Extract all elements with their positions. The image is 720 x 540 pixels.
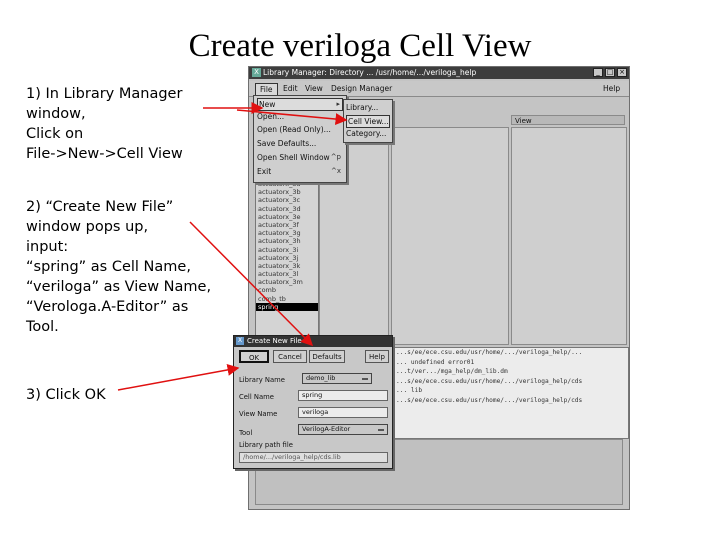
- log-output: ...s/ee/ece.csu.edu/usr/home/.../verilog…: [391, 347, 629, 439]
- log-line: ... undefined error01: [396, 358, 475, 366]
- list-item[interactable]: actuatorx_3b: [256, 188, 318, 196]
- close-icon[interactable]: ×: [617, 68, 627, 77]
- list-item[interactable]: comb_tb: [256, 295, 318, 303]
- slide-title: Create veriloga Cell View: [188, 28, 532, 64]
- step-2-line: “veriloga” as View Name,: [26, 279, 212, 295]
- cell-detail-pane[interactable]: [391, 127, 509, 345]
- list-item[interactable]: actuatorx_3c: [256, 196, 318, 204]
- step-1-instructions: 1) In Library Manager window, Click on F…: [26, 84, 183, 164]
- log-line: ... lib: [396, 387, 423, 394]
- list-item[interactable]: actuatorx_3f: [256, 221, 318, 229]
- maximize-icon[interactable]: □: [605, 68, 615, 77]
- list-item[interactable]: actuatorx_3m: [256, 278, 318, 286]
- menu-item-label: New: [259, 100, 276, 109]
- help-button[interactable]: Help: [365, 350, 389, 363]
- menu-shortcut: ^x: [330, 167, 341, 175]
- tool-select[interactable]: VerilogA-Editor: [298, 424, 388, 435]
- dialog-title: Create New File: [247, 337, 302, 345]
- menu-item-open-read-only[interactable]: Open (Read Only)...: [257, 124, 343, 135]
- step-2-line: “spring” as Cell Name,: [26, 259, 191, 275]
- menu-item-new[interactable]: New ▸: [257, 98, 343, 111]
- log-line: ...s/ee/ece.csu.edu/usr/home/.../verilog…: [396, 349, 583, 356]
- menu-item-library[interactable]: Library...: [346, 102, 390, 113]
- step-2-line: 2) “Create New File”: [26, 199, 174, 215]
- menu-item-save-defaults[interactable]: Save Defaults...: [257, 138, 343, 149]
- menu-view[interactable]: View: [301, 83, 327, 94]
- menu-design-manager[interactable]: Design Manager: [327, 83, 396, 94]
- view-column-header: View: [511, 115, 625, 125]
- ok-button[interactable]: OK: [239, 350, 269, 363]
- menu-shortcut: ^p: [330, 153, 341, 161]
- tool-value: VerilogA-Editor: [302, 425, 351, 433]
- dropdown-icon: [362, 378, 368, 380]
- list-item[interactable]: actuatorx_3h: [256, 237, 318, 245]
- window-title: Library Manager: Directory ... /usr/home…: [263, 68, 477, 77]
- menu-edit[interactable]: Edit: [279, 83, 302, 94]
- step-2-instructions: 2) “Create New File” window pops up, inp…: [26, 197, 211, 337]
- log-line: ...s/ee/ece.csu.edu/usr/home/.../verilog…: [396, 396, 583, 404]
- step-1-line: window,: [26, 106, 86, 122]
- view-name-label: View Name: [239, 410, 278, 418]
- view-pane[interactable]: [511, 127, 627, 345]
- library-manager-titlebar[interactable]: X Library Manager: Directory ... /usr/ho…: [249, 67, 629, 79]
- list-item[interactable]: actuatorx_3l: [256, 270, 318, 278]
- log-line: ...s/ee/ece.csu.edu/usr/home/.../verilog…: [396, 377, 583, 385]
- step-3-instructions: 3) Click OK: [26, 385, 106, 405]
- arrow-to-ok-button: [117, 363, 240, 391]
- cell-list[interactable]: actuatorx_3a actuatorx_3b actuatorx_3c a…: [255, 179, 319, 351]
- cancel-button[interactable]: Cancel: [273, 350, 307, 363]
- list-item[interactable]: actuatorx_3e: [256, 213, 318, 221]
- step-2-line: Tool.: [26, 319, 59, 335]
- list-item[interactable]: actuatorx_3d: [256, 205, 318, 213]
- step-3-line: 3) Click OK: [26, 387, 106, 403]
- cell-name-input[interactable]: spring: [298, 390, 388, 401]
- defaults-button[interactable]: Defaults: [309, 350, 345, 363]
- menu-item-cell-view[interactable]: Cell View...: [346, 115, 390, 128]
- menu-item-open[interactable]: Open...: [257, 111, 343, 122]
- minimize-icon[interactable]: _: [593, 68, 603, 77]
- x-logo-icon: X: [236, 337, 244, 345]
- step-2-line: input:: [26, 239, 69, 255]
- step-2-line: window pops up,: [26, 219, 149, 235]
- library-path-label: Library path file: [239, 441, 293, 449]
- menu-item-open-shell-window[interactable]: Open Shell Window ^p: [257, 152, 343, 163]
- library-name-select[interactable]: demo_lib: [302, 373, 372, 384]
- dropdown-icon: [378, 429, 384, 431]
- menu-help[interactable]: Help: [599, 83, 624, 94]
- view-name-input[interactable]: veriloga: [298, 407, 388, 418]
- cell-name-label: Cell Name: [239, 393, 274, 401]
- file-dropdown-menu: New ▸ Open... Open (Read Only)... Save D…: [253, 95, 347, 183]
- menu-item-label: Open Shell Window: [257, 153, 330, 162]
- library-name-label: Library Name: [239, 376, 285, 384]
- list-item[interactable]: actuatorx_3i: [256, 246, 318, 254]
- submenu-arrow-icon: ▸: [336, 100, 340, 108]
- step-2-line: “Verologa.A-Editor” as: [26, 299, 189, 315]
- new-submenu: Library... Cell View... Category...: [343, 99, 393, 143]
- library-name-value: demo_lib: [306, 374, 336, 382]
- log-line: ...t/ver.../mga_help/dm_lib.dm: [396, 368, 508, 375]
- tool-label: Tool: [239, 429, 253, 437]
- list-item-selected[interactable]: spring: [256, 302, 318, 311]
- library-path-field[interactable]: /home/.../veriloga_help/cds.lib: [239, 452, 388, 463]
- x-logo-icon: X: [252, 68, 261, 77]
- step-1-line: File->New->Cell View: [26, 146, 183, 162]
- list-item[interactable]: comb: [256, 286, 318, 294]
- menu-item-exit[interactable]: Exit ^x: [257, 166, 343, 177]
- step-1-line: 1) In Library Manager: [26, 86, 183, 102]
- menu-item-category[interactable]: Category...: [346, 128, 390, 139]
- create-new-file-dialog: X Create New File OK Cancel Defaults Hel…: [233, 335, 393, 469]
- list-item[interactable]: actuatorx_3g: [256, 229, 318, 237]
- menu-item-label: Exit: [257, 167, 272, 176]
- list-item[interactable]: actuatorx_3j: [256, 254, 318, 262]
- list-item[interactable]: actuatorx_3k: [256, 262, 318, 270]
- step-1-line: Click on: [26, 126, 84, 142]
- dialog-titlebar[interactable]: X Create New File: [234, 336, 392, 347]
